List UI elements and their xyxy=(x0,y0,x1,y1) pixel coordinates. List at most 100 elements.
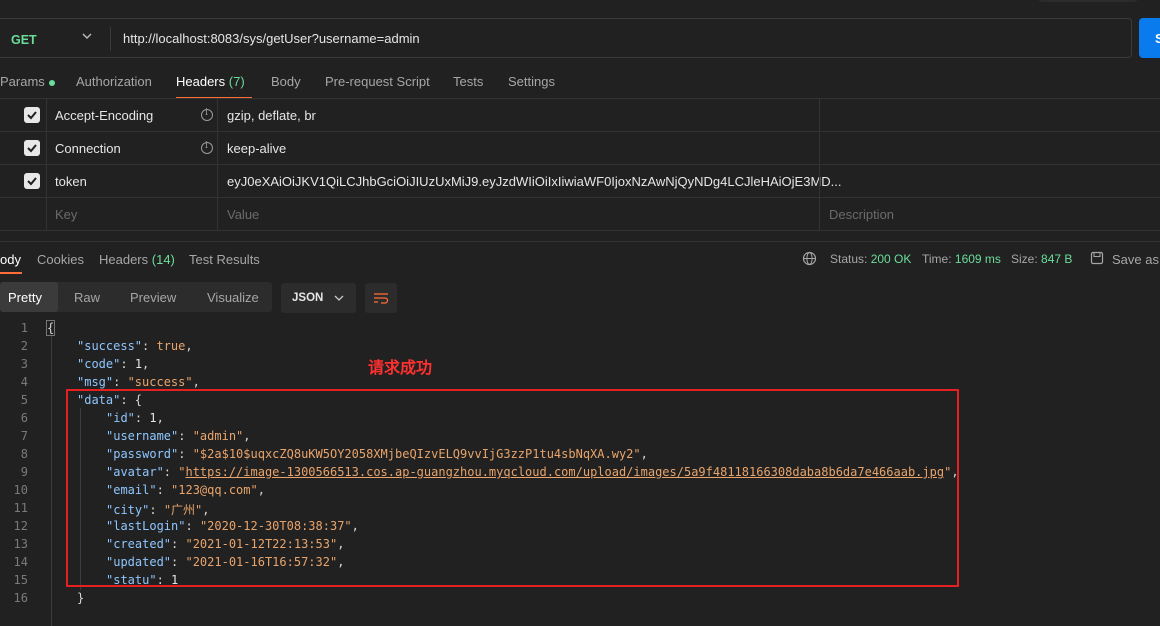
checkmark-icon xyxy=(27,111,37,120)
info-icon[interactable] xyxy=(201,108,213,121)
header-checkbox[interactable] xyxy=(24,140,40,156)
header-checkbox[interactable] xyxy=(24,107,40,123)
header-key[interactable]: token xyxy=(55,174,87,189)
line-number: 12 xyxy=(13,519,28,533)
header-key[interactable]: Connection xyxy=(55,141,121,156)
response-status: Status: 200 OK xyxy=(830,252,911,266)
header-checkbox[interactable] xyxy=(24,173,40,189)
code-line: "success": true, xyxy=(77,339,193,353)
header-row-empty: Key Value Description xyxy=(0,198,1160,231)
tab-authorization[interactable]: Authorization xyxy=(76,74,152,89)
checkmark-icon xyxy=(27,144,37,153)
response-size: Size: 847 B xyxy=(1011,252,1072,266)
line-number: 9 xyxy=(20,465,28,479)
line-number: 2 xyxy=(20,339,28,353)
chevron-down-icon[interactable] xyxy=(80,29,94,43)
code-line: "msg": "success", xyxy=(77,375,200,389)
response-time: Time: 1609 ms xyxy=(922,252,1001,266)
header-key[interactable]: Accept-Encoding xyxy=(55,108,153,123)
wrap-lines-button[interactable] xyxy=(365,283,397,313)
save-icon[interactable] xyxy=(1090,251,1104,265)
url-input[interactable]: http://localhost:8083/sys/getUser?userna… xyxy=(123,31,420,46)
line-number: 16 xyxy=(13,591,28,605)
status-value: 200 OK xyxy=(870,252,912,266)
size-value: 847 B xyxy=(1041,252,1073,266)
params-indicator-dot xyxy=(48,79,55,86)
tab-headers-count: (7) xyxy=(228,74,245,89)
tab-tests[interactable]: Tests xyxy=(453,74,483,89)
header-description-placeholder[interactable]: Description xyxy=(829,207,894,222)
send-button[interactable]: S xyxy=(1139,18,1160,58)
tab-params-label: Params xyxy=(0,74,45,89)
checkmark-icon xyxy=(27,177,37,186)
tab-pre-request-script[interactable]: Pre-request Script xyxy=(325,74,430,89)
window-tab-stub xyxy=(1038,0,1138,2)
header-row: Accept-Encoding gzip, deflate, br xyxy=(0,99,1160,132)
method-select[interactable]: GET xyxy=(11,33,37,47)
response-tab-underline xyxy=(0,272,22,274)
code-line: } xyxy=(77,591,85,605)
view-preview[interactable]: Preview xyxy=(130,290,176,305)
info-icon[interactable] xyxy=(201,141,213,154)
tab-response-headers[interactable]: Headers (14) xyxy=(99,252,175,267)
tab-headers-label: Headers xyxy=(176,74,226,89)
code-line: "code": 1, xyxy=(77,357,150,371)
time-label: Time: xyxy=(922,252,952,266)
status-label: Status: xyxy=(830,252,868,266)
tab-response-cookies[interactable]: Cookies xyxy=(37,252,84,267)
indent-guide xyxy=(51,336,52,626)
line-number: 1 xyxy=(20,321,28,335)
tab-response-body[interactable]: ody xyxy=(0,252,21,267)
column-divider xyxy=(217,99,218,231)
line-number: 14 xyxy=(13,555,28,569)
highlight-box xyxy=(66,389,959,587)
header-value[interactable]: keep-alive xyxy=(227,141,286,156)
line-number: 15 xyxy=(13,573,28,587)
wrap-icon xyxy=(374,293,389,304)
tab-body[interactable]: Body xyxy=(271,74,301,89)
json-success: true xyxy=(156,339,186,353)
size-label: Size: xyxy=(1011,252,1038,266)
header-value[interactable]: gzip, deflate, br xyxy=(227,108,316,123)
line-number: 4 xyxy=(20,375,28,389)
header-value-placeholder[interactable]: Value xyxy=(227,207,259,222)
section-divider xyxy=(0,241,1160,242)
annotation-text: 请求成功 xyxy=(368,358,433,377)
line-number: 11 xyxy=(13,501,28,515)
format-select[interactable]: JSON xyxy=(281,283,356,313)
chevron-down-icon xyxy=(334,295,344,301)
code-line: { xyxy=(45,320,56,336)
time-value: 1609 ms xyxy=(954,252,1001,266)
line-number: 8 xyxy=(20,447,28,461)
view-raw[interactable]: Raw xyxy=(74,290,100,305)
json-msg: "success" xyxy=(127,375,193,389)
tab-params[interactable]: Params xyxy=(0,74,55,89)
save-as-button[interactable]: Save as xyxy=(1112,252,1159,267)
header-value[interactable]: eyJ0eXAiOiJKV1QiLCJhbGciOiJIUzUxMiJ9.eyJ… xyxy=(227,174,842,189)
line-number: 6 xyxy=(20,411,28,425)
line-number: 3 xyxy=(20,357,28,371)
line-number: 13 xyxy=(13,537,28,551)
format-select-label: JSON xyxy=(292,292,324,304)
view-pretty[interactable]: Pretty xyxy=(8,290,42,305)
json-code: 1 xyxy=(134,357,143,371)
line-number: 10 xyxy=(13,483,28,497)
globe-icon[interactable] xyxy=(802,251,817,266)
tab-test-results[interactable]: Test Results xyxy=(189,252,260,267)
line-number: 5 xyxy=(20,393,28,407)
column-divider xyxy=(46,99,47,231)
tab-response-headers-count: (14) xyxy=(151,252,175,267)
line-number: 7 xyxy=(20,429,28,443)
header-row: token eyJ0eXAiOiJKV1QiLCJhbGciOiJIUzUxMi… xyxy=(0,165,1160,198)
send-button-label: S xyxy=(1155,31,1160,46)
tab-settings[interactable]: Settings xyxy=(508,74,555,89)
view-visualize[interactable]: Visualize xyxy=(207,290,259,305)
header-key-placeholder[interactable]: Key xyxy=(55,207,77,222)
tab-headers[interactable]: Headers (7) xyxy=(176,74,245,89)
header-row: Connection keep-alive xyxy=(0,132,1160,165)
tab-response-headers-label: Headers xyxy=(99,252,149,267)
url-divider xyxy=(110,27,111,51)
url-bar: GET http://localhost:8083/sys/getUser?us… xyxy=(0,18,1132,58)
view-mode-bar: Pretty Raw Preview Visualize xyxy=(0,282,272,312)
column-divider xyxy=(819,99,820,231)
